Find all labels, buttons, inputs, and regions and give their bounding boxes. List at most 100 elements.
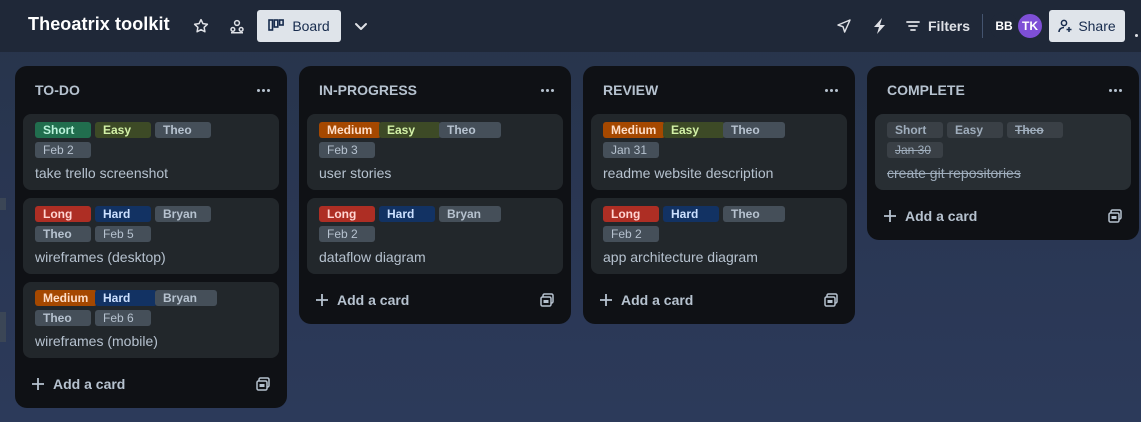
card[interactable]: Short Easy Theo Feb 2 take trello screen… [23, 114, 279, 190]
add-member-icon [1058, 19, 1072, 33]
label-hard: Hard [95, 206, 151, 222]
list-review: REVIEW Medium Easy Theo Jan 31 readme we… [583, 66, 855, 324]
edge-decoration [0, 312, 6, 342]
due-date-badge[interactable]: Feb 2 [35, 142, 91, 158]
card[interactable]: Medium Easy Theo Feb 3 user stories [307, 114, 563, 190]
label-member: Bryan [155, 290, 217, 306]
card[interactable]: Medium Hard Bryan Theo Feb 6 wireframes … [23, 282, 279, 358]
card-template-icon[interactable] [823, 292, 839, 308]
list-actions-icon[interactable] [253, 80, 273, 100]
due-date-badge[interactable]: Feb 5 [95, 226, 151, 242]
label-hard: Hard [379, 206, 435, 222]
plus-icon [600, 294, 612, 306]
card-title: user stories [319, 165, 392, 181]
due-date-badge[interactable]: Jan 30 [887, 142, 943, 158]
card-completed[interactable]: Short Easy Theo Jan 30 create git reposi… [875, 114, 1131, 190]
label-medium: Medium [319, 122, 381, 138]
due-date-badge[interactable]: Feb 6 [95, 310, 151, 326]
board-view-button[interactable]: Board [257, 10, 341, 42]
label-long: Long [319, 206, 375, 222]
due-date-badge[interactable]: Feb 2 [603, 226, 659, 242]
add-card-button[interactable]: Add a card [883, 206, 977, 226]
card-title: readme website description [603, 165, 774, 181]
add-card-label: Add a card [337, 292, 410, 308]
list-title[interactable]: REVIEW [603, 82, 658, 98]
label-medium: Medium [603, 122, 665, 138]
card[interactable]: Long Hard Bryan Feb 2 dataflow diagram [307, 198, 563, 274]
header-divider [982, 14, 983, 38]
star-icon[interactable] [190, 15, 212, 37]
filters-label: Filters [928, 18, 971, 34]
label-member: Theo [1007, 122, 1063, 138]
list-title[interactable]: TO-DO [35, 82, 80, 98]
label-short: Short [887, 122, 943, 138]
label-member: Theo [439, 122, 501, 138]
label-easy: Easy [947, 122, 1003, 138]
label-hard: Hard [95, 290, 157, 306]
card-template-icon[interactable] [1107, 208, 1123, 224]
filters-button[interactable]: Filters [906, 16, 970, 36]
board-view-label: Board [292, 18, 330, 34]
add-card-label: Add a card [905, 208, 978, 224]
label-short: Short [35, 122, 91, 138]
label-medium: Medium [35, 290, 97, 306]
list-actions-icon[interactable] [1105, 80, 1125, 100]
card-title: app architecture diagram [603, 249, 758, 265]
share-label: Share [1078, 18, 1116, 34]
list-title[interactable]: IN-PROGRESS [319, 82, 417, 98]
card-title: create git repositories [887, 165, 1021, 181]
card-template-icon[interactable] [255, 376, 271, 392]
board-icon [268, 19, 285, 31]
card[interactable]: Medium Easy Theo Jan 31 readme website d… [591, 114, 847, 190]
add-card-button[interactable]: Add a card [599, 290, 693, 310]
due-date-badge[interactable]: Feb 3 [319, 142, 375, 158]
label-member: Bryan [439, 206, 501, 222]
chevron-down-icon[interactable] [350, 15, 372, 37]
label-easy: Easy [95, 122, 151, 138]
add-card-button[interactable]: Add a card [315, 290, 409, 310]
list-to-do: TO-DO Short Easy Theo Feb 2 take trello … [15, 66, 287, 408]
card-title: dataflow diagram [319, 249, 426, 265]
add-card-label: Add a card [621, 292, 694, 308]
power-ups-icon[interactable] [833, 15, 855, 37]
label-long: Long [603, 206, 659, 222]
card-title: take trello screenshot [35, 165, 169, 181]
list-actions-icon[interactable] [821, 80, 841, 100]
list-title[interactable]: COMPLETE [887, 82, 965, 98]
workspace-visibility-icon[interactable] [226, 15, 248, 37]
label-easy: Easy [663, 122, 725, 138]
label-hard: Hard [663, 206, 719, 222]
more-menu-icon[interactable] [1135, 24, 1141, 37]
label-member: Theo [155, 122, 211, 138]
automation-bolt-icon[interactable] [869, 15, 891, 37]
label-long: Long [35, 206, 91, 222]
label-member: Theo [723, 206, 785, 222]
card-title: wireframes (mobile) [35, 333, 158, 349]
due-date-badge[interactable]: Jan 31 [603, 142, 659, 158]
board-header: Theoatrix toolkit Board Filters BB TK Sh… [0, 0, 1141, 52]
plus-icon [884, 210, 896, 222]
add-card-label: Add a card [53, 376, 126, 392]
edge-decoration [0, 198, 6, 210]
filter-icon [906, 21, 920, 31]
label-easy: Easy [379, 122, 441, 138]
board-title[interactable]: Theoatrix toolkit [28, 14, 170, 35]
avatar-tk[interactable]: TK [1016, 12, 1044, 40]
card[interactable]: Long Hard Theo Feb 2 app architecture di… [591, 198, 847, 274]
list-in-progress: IN-PROGRESS Medium Easy Theo Feb 3 user … [299, 66, 571, 324]
label-member: Bryan [155, 206, 211, 222]
due-date-badge[interactable]: Feb 2 [319, 226, 375, 242]
card-template-icon[interactable] [539, 292, 555, 308]
list-complete: COMPLETE Short Easy Theo Jan 30 create g… [867, 66, 1139, 240]
card[interactable]: Long Hard Bryan Theo Feb 5 wireframes (d… [23, 198, 279, 274]
label-member: Theo [35, 310, 91, 326]
label-member: Theo [723, 122, 785, 138]
list-actions-icon[interactable] [537, 80, 557, 100]
plus-icon [32, 378, 44, 390]
plus-icon [316, 294, 328, 306]
card-title: wireframes (desktop) [35, 249, 166, 265]
share-button[interactable]: Share [1049, 10, 1125, 42]
label-member: Theo [35, 226, 91, 242]
add-card-button[interactable]: Add a card [31, 374, 125, 394]
avatar-bb[interactable]: BB [990, 12, 1018, 40]
